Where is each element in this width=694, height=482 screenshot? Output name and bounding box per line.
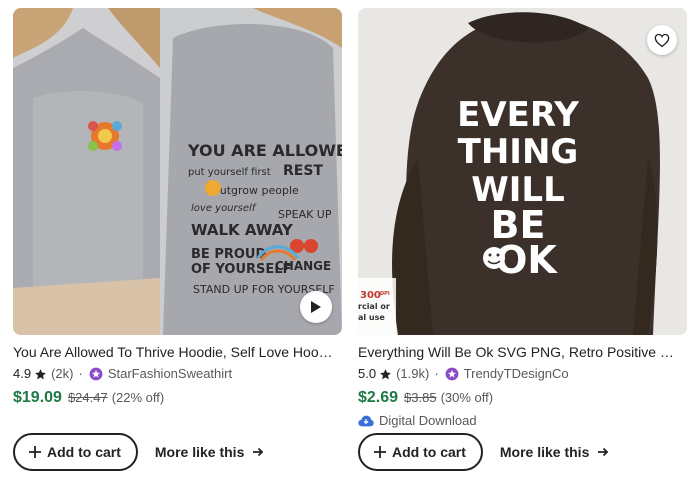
price-row: $19.09 $24.47 (22% off)	[13, 389, 342, 407]
more-like-this-label: More like this	[499, 444, 590, 460]
hoodie-photo-brown: EVERY THING WILL BE OK 300 DPI rcial or …	[358, 8, 687, 335]
original-price: $3.85	[404, 390, 437, 405]
meta-separator: ·	[434, 366, 439, 381]
svg-text:WALK AWAY: WALK AWAY	[191, 221, 294, 239]
listing-image-1[interactable]: YOU ARE ALLOWED TO put yourself first RE…	[13, 8, 342, 335]
svg-text:love yourself: love yourself	[191, 203, 257, 214]
more-like-this-link[interactable]: More like this	[155, 444, 264, 460]
cloud-download-icon	[358, 415, 374, 427]
svg-text:BE PROUD: BE PROUD	[191, 247, 266, 262]
star-seller-badge-icon	[89, 367, 103, 381]
add-to-cart-label: Add to cart	[47, 444, 121, 460]
price-row: $2.69 $3.85 (30% off)	[358, 389, 687, 407]
original-price: $24.47	[67, 390, 108, 405]
listing-card-1[interactable]: YOU ARE ALLOWED TO put yourself first RE…	[13, 8, 342, 482]
svg-text:CHANGE: CHANGE	[275, 259, 331, 273]
review-count: (1.9k)	[396, 366, 430, 381]
star-icon	[379, 368, 392, 381]
shop-name[interactable]: StarFashionSweathirt	[108, 366, 232, 382]
listing-actions: Add to cart More like this	[13, 433, 264, 471]
add-to-cart-button[interactable]: Add to cart	[358, 433, 483, 471]
svg-text:outgrow people: outgrow people	[213, 184, 299, 197]
add-to-cart-button[interactable]: Add to cart	[13, 433, 138, 471]
meta-separator: ·	[78, 366, 83, 381]
svg-text:al use: al use	[358, 313, 385, 322]
sale-price: $19.09	[13, 389, 62, 406]
listing-title[interactable]: Everything Will Be Ok SVG PNG, Retro Pos…	[358, 343, 683, 361]
listing-actions: Add to cart More like this	[358, 433, 609, 471]
svg-text:SPEAK UP: SPEAK UP	[278, 208, 332, 221]
sale-price: $2.69	[358, 389, 399, 406]
star-icon	[34, 368, 47, 381]
more-like-this-label: More like this	[154, 444, 245, 460]
svg-text:put yourself first: put yourself first	[188, 167, 271, 178]
svg-text:THING: THING	[458, 132, 579, 172]
arrow-right-icon	[597, 446, 609, 458]
more-like-this-link[interactable]: More like this	[500, 444, 609, 460]
play-icon	[310, 300, 322, 314]
rating-value: 5.0	[358, 366, 377, 381]
digital-download-badge: Digital Download	[358, 413, 687, 428]
play-video-button[interactable]	[300, 291, 332, 323]
star-seller-badge-icon	[445, 367, 459, 381]
add-to-cart-label: Add to cart	[392, 444, 466, 460]
shop-name[interactable]: TrendyTDesignCo	[464, 366, 569, 382]
svg-text:REST: REST	[283, 163, 323, 179]
plus-icon	[28, 445, 42, 459]
hoodie-photo-gray: YOU ARE ALLOWED TO put yourself first RE…	[13, 8, 342, 335]
svg-text:300: 300	[360, 290, 381, 301]
print-line: EVERY	[457, 95, 579, 135]
rating-value: 4.9	[13, 366, 32, 381]
listing-image-2[interactable]: EVERY THING WILL BE OK 300 DPI rcial or …	[358, 8, 687, 335]
arrow-right-icon	[252, 446, 264, 458]
plus-icon	[373, 445, 387, 459]
listing-meta: 4.9 (2k) · StarFashionSweathirt	[13, 366, 342, 382]
digital-download-label: Digital Download	[379, 413, 477, 428]
listing-title[interactable]: You Are Allowed To Thrive Hoodie, Self L…	[13, 343, 338, 361]
svg-text:DPI: DPI	[380, 291, 390, 297]
review-count: (2k)	[51, 366, 74, 381]
listing-card-2[interactable]: EVERY THING WILL BE OK 300 DPI rcial or …	[358, 8, 687, 482]
print-line: YOU ARE ALLOWED TO	[187, 141, 342, 160]
heart-icon	[654, 33, 670, 48]
discount-label: (30% off)	[440, 390, 494, 405]
svg-text:rcial or: rcial or	[358, 302, 390, 311]
listing-meta: 5.0 (1.9k) · TrendyTDesignCo	[358, 366, 687, 382]
favorite-button[interactable]	[647, 25, 677, 55]
discount-label: (22% off)	[111, 390, 165, 405]
